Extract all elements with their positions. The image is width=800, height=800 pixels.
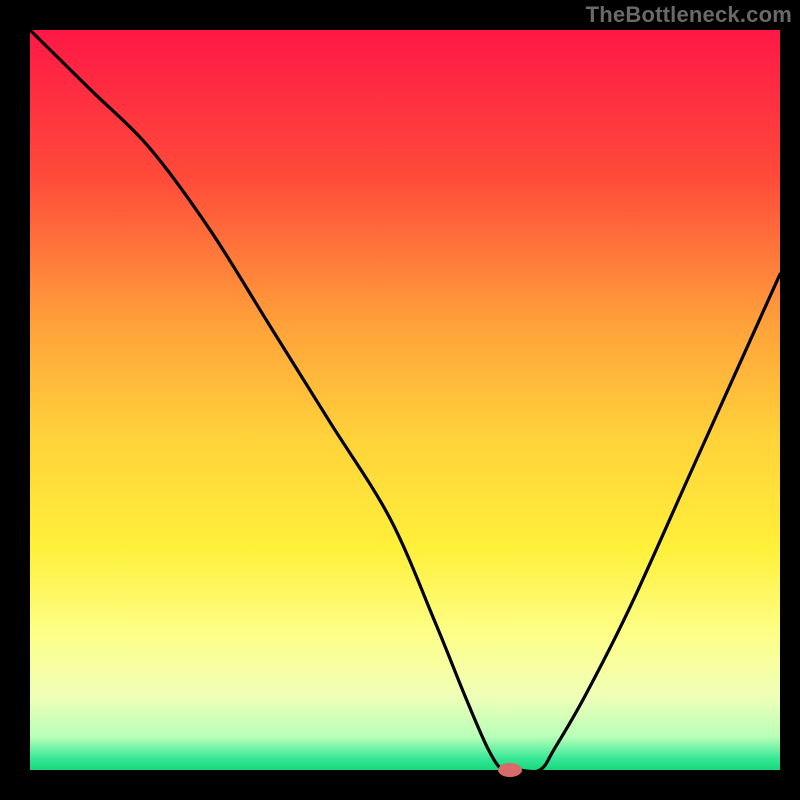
attribution-label: TheBottleneck.com [586, 2, 792, 28]
bottleneck-chart [0, 0, 800, 800]
chart-stage: TheBottleneck.com [0, 0, 800, 800]
optimal-marker [498, 763, 522, 777]
